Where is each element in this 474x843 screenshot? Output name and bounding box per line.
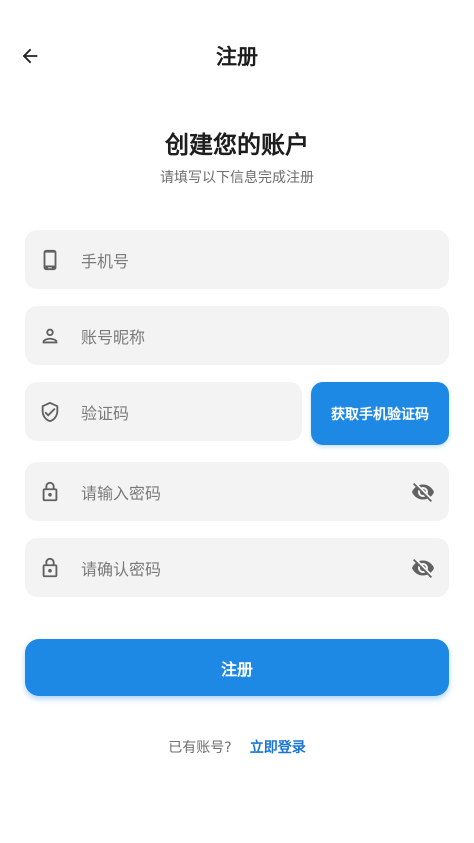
confirm-password-placeholder: 请确认密码 [81,559,162,579]
phone-field[interactable]: 手机号 [25,230,449,289]
nickname-placeholder: 账号昵称 [81,327,146,347]
password-placeholder: 请输入密码 [81,483,162,503]
confirm-password-field[interactable]: 请确认密码 [25,538,449,597]
shield-check-icon [38,400,62,424]
verification-code-field[interactable]: 验证码 [25,382,302,441]
login-prompt: 已有账号? 立即登录 [0,737,474,757]
person-icon [38,324,62,348]
app-bar: 注册 [0,0,474,112]
page-title: 注册 [216,45,258,69]
phone-placeholder: 手机号 [81,251,130,271]
get-code-button[interactable]: 获取手机验证码 [311,382,449,445]
login-link[interactable]: 立即登录 [250,737,306,757]
form-headline: 创建您的账户 [165,131,309,159]
lock-icon [38,556,62,580]
eye-off-icon[interactable] [409,478,437,506]
verification-code-placeholder: 验证码 [81,403,130,423]
nickname-field[interactable]: 账号昵称 [25,306,449,365]
lock-icon [38,480,62,504]
password-field[interactable]: 请输入密码 [25,462,449,521]
have-account-text: 已有账号? [168,740,232,756]
register-button[interactable]: 注册 [25,639,449,696]
eye-off-icon[interactable] [409,554,437,582]
smartphone-icon [38,248,62,272]
form-subtitle: 请填写以下信息完成注册 [160,170,314,186]
